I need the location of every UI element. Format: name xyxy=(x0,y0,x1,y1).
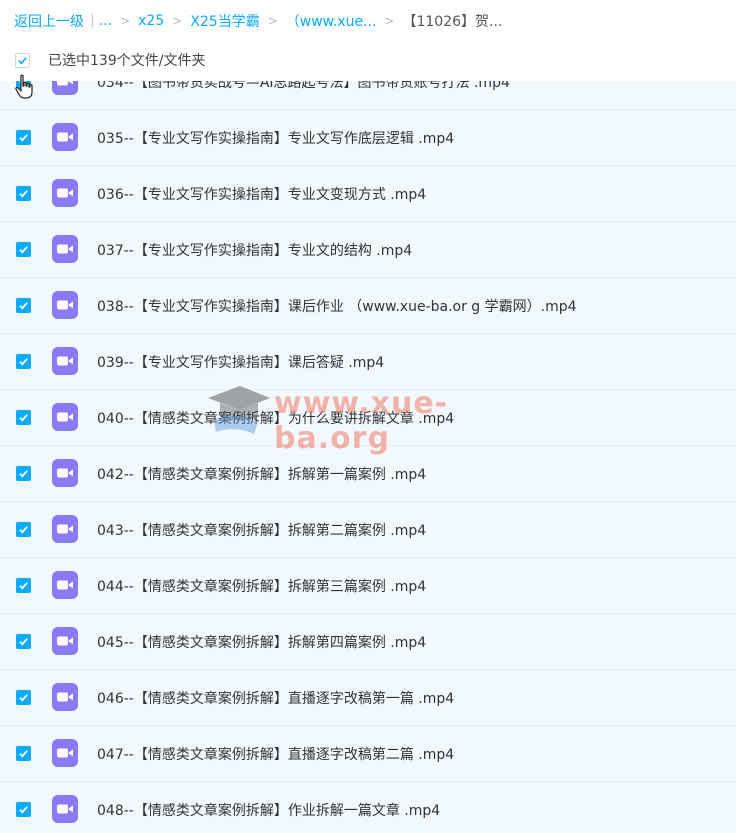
file-row[interactable]: 038--【专业文写作实操指南】课后作业 （www.xue-ba.or g 学霸… xyxy=(0,278,736,334)
video-file-icon xyxy=(52,515,78,543)
check-icon xyxy=(19,302,28,310)
file-list-rows: 034--【图书带货实战号—AI思路起号法】图书带货账号打法 .mp4 035--… xyxy=(0,81,736,833)
video-file-icon xyxy=(52,347,78,375)
file-name[interactable]: 038--【专业文写作实操指南】课后作业 （www.xue-ba.or g 学霸… xyxy=(97,296,577,316)
check-icon xyxy=(19,190,28,198)
file-row[interactable]: 039--【专业文写作实操指南】课后答疑 .mp4 xyxy=(0,334,736,390)
breadcrumb-item-site[interactable]: （www.xue... xyxy=(286,11,377,31)
file-row[interactable]: 036--【专业文写作实操指南】专业文变现方式 .mp4 xyxy=(0,166,736,222)
check-icon xyxy=(19,414,28,422)
video-file-icon xyxy=(52,739,78,767)
video-file-icon xyxy=(52,291,78,319)
chevron-right-icon: > xyxy=(172,14,183,28)
file-checkbox[interactable] xyxy=(16,410,31,425)
file-checkbox[interactable] xyxy=(16,634,31,649)
file-name[interactable]: 046--【情感类文章案例拆解】直播逐字改稿第一篇 .mp4 xyxy=(97,688,454,708)
video-file-icon xyxy=(52,81,78,95)
file-name[interactable]: 043--【情感类文章案例拆解】拆解第二篇案例 .mp4 xyxy=(97,520,426,540)
file-name[interactable]: 035--【专业文写作实操指南】专业文写作底层逻辑 .mp4 xyxy=(97,128,454,148)
file-row[interactable]: 045--【情感类文章案例拆解】拆解第四篇案例 .mp4 xyxy=(0,614,736,670)
check-icon xyxy=(19,638,28,646)
check-icon xyxy=(18,56,27,64)
back-link[interactable]: 返回上一级 xyxy=(14,11,84,31)
chevron-right-icon: > xyxy=(120,14,131,28)
breadcrumb: 返回上一级 | ... > x25 > X25当学霸 > （www.xue...… xyxy=(14,10,502,32)
file-list[interactable]: 034--【图书带货实战号—AI思路起号法】图书带货账号打法 .mp4 035--… xyxy=(0,81,736,833)
file-row[interactable]: 046--【情感类文章案例拆解】直播逐字改稿第一篇 .mp4 xyxy=(0,670,736,726)
video-file-icon xyxy=(52,123,78,151)
file-name[interactable]: 045--【情感类文章案例拆解】拆解第四篇案例 .mp4 xyxy=(97,632,426,652)
file-checkbox[interactable] xyxy=(16,354,31,369)
breadcrumb-item-current: 【11026】贺... xyxy=(402,14,503,30)
selection-bar: 已选中139个文件/文件夹 xyxy=(15,50,205,70)
chevron-right-icon: > xyxy=(267,14,278,28)
breadcrumb-divider: | xyxy=(90,13,95,29)
check-icon xyxy=(19,470,28,478)
breadcrumb-item-x25[interactable]: x25 xyxy=(138,13,164,29)
file-row[interactable]: 042--【情感类文章案例拆解】拆解第一篇案例 .mp4 xyxy=(0,446,736,502)
check-icon xyxy=(19,750,28,758)
file-checkbox[interactable] xyxy=(16,466,31,481)
check-icon xyxy=(19,134,28,142)
file-row[interactable]: 040--【情感类文章案例拆解】为什么要讲拆解文章 .mp4 xyxy=(0,390,736,446)
file-name[interactable]: 044--【情感类文章案例拆解】拆解第三篇案例 .mp4 xyxy=(97,576,426,596)
file-checkbox[interactable] xyxy=(16,690,31,705)
file-name[interactable]: 047--【情感类文章案例拆解】直播逐字改稿第二篇 .mp4 xyxy=(97,744,454,764)
check-icon xyxy=(19,806,28,814)
file-name[interactable]: 036--【专业文写作实操指南】专业文变现方式 .mp4 xyxy=(97,184,426,204)
file-name[interactable]: 042--【情感类文章案例拆解】拆解第一篇案例 .mp4 xyxy=(97,464,426,484)
file-row[interactable]: 047--【情感类文章案例拆解】直播逐字改稿第二篇 .mp4 xyxy=(0,726,736,782)
chevron-right-icon: > xyxy=(384,14,395,28)
file-checkbox[interactable] xyxy=(16,242,31,257)
file-name[interactable]: 034--【图书带货实战号—AI思路起号法】图书带货账号打法 .mp4 xyxy=(97,81,510,92)
file-name[interactable]: 040--【情感类文章案例拆解】为什么要讲拆解文章 .mp4 xyxy=(97,408,454,428)
video-file-icon xyxy=(52,795,78,823)
breadcrumb-item-x25-xueba[interactable]: X25当学霸 xyxy=(190,11,259,31)
video-file-icon xyxy=(52,571,78,599)
check-icon xyxy=(19,246,28,254)
video-file-icon xyxy=(52,403,78,431)
video-file-icon xyxy=(52,683,78,711)
check-icon xyxy=(19,694,28,702)
select-all-checkbox[interactable] xyxy=(15,52,30,68)
hand-cursor-icon xyxy=(15,74,33,99)
file-row[interactable]: 037--【专业文写作实操指南】专业文的结构 .mp4 xyxy=(0,222,736,278)
check-icon xyxy=(19,358,28,366)
file-checkbox[interactable] xyxy=(16,578,31,593)
file-checkbox[interactable] xyxy=(16,130,31,145)
check-icon xyxy=(19,526,28,534)
file-name[interactable]: 048--【情感类文章案例拆解】作业拆解一篇文章 .mp4 xyxy=(97,800,440,820)
file-checkbox[interactable] xyxy=(16,746,31,761)
check-icon xyxy=(19,582,28,590)
file-checkbox[interactable] xyxy=(16,186,31,201)
breadcrumb-ellipsis[interactable]: ... xyxy=(99,13,112,29)
file-checkbox[interactable] xyxy=(16,522,31,537)
file-row[interactable]: 043--【情感类文章案例拆解】拆解第二篇案例 .mp4 xyxy=(0,502,736,558)
video-file-icon xyxy=(52,459,78,487)
video-file-icon xyxy=(52,179,78,207)
file-row[interactable]: 044--【情感类文章案例拆解】拆解第三篇案例 .mp4 xyxy=(0,558,736,614)
file-checkbox[interactable] xyxy=(16,802,31,817)
file-row[interactable]: 035--【专业文写作实操指南】专业文写作底层逻辑 .mp4 xyxy=(0,110,736,166)
file-row[interactable]: 048--【情感类文章案例拆解】作业拆解一篇文章 .mp4 xyxy=(0,782,736,833)
selection-count-text: 已选中139个文件/文件夹 xyxy=(48,53,206,69)
file-row[interactable]: 034--【图书带货实战号—AI思路起号法】图书带货账号打法 .mp4 xyxy=(0,81,736,110)
video-file-icon xyxy=(52,627,78,655)
file-name[interactable]: 037--【专业文写作实操指南】专业文的结构 .mp4 xyxy=(97,240,412,260)
file-name[interactable]: 039--【专业文写作实操指南】课后答疑 .mp4 xyxy=(97,352,384,372)
file-checkbox[interactable] xyxy=(16,298,31,313)
video-file-icon xyxy=(52,235,78,263)
